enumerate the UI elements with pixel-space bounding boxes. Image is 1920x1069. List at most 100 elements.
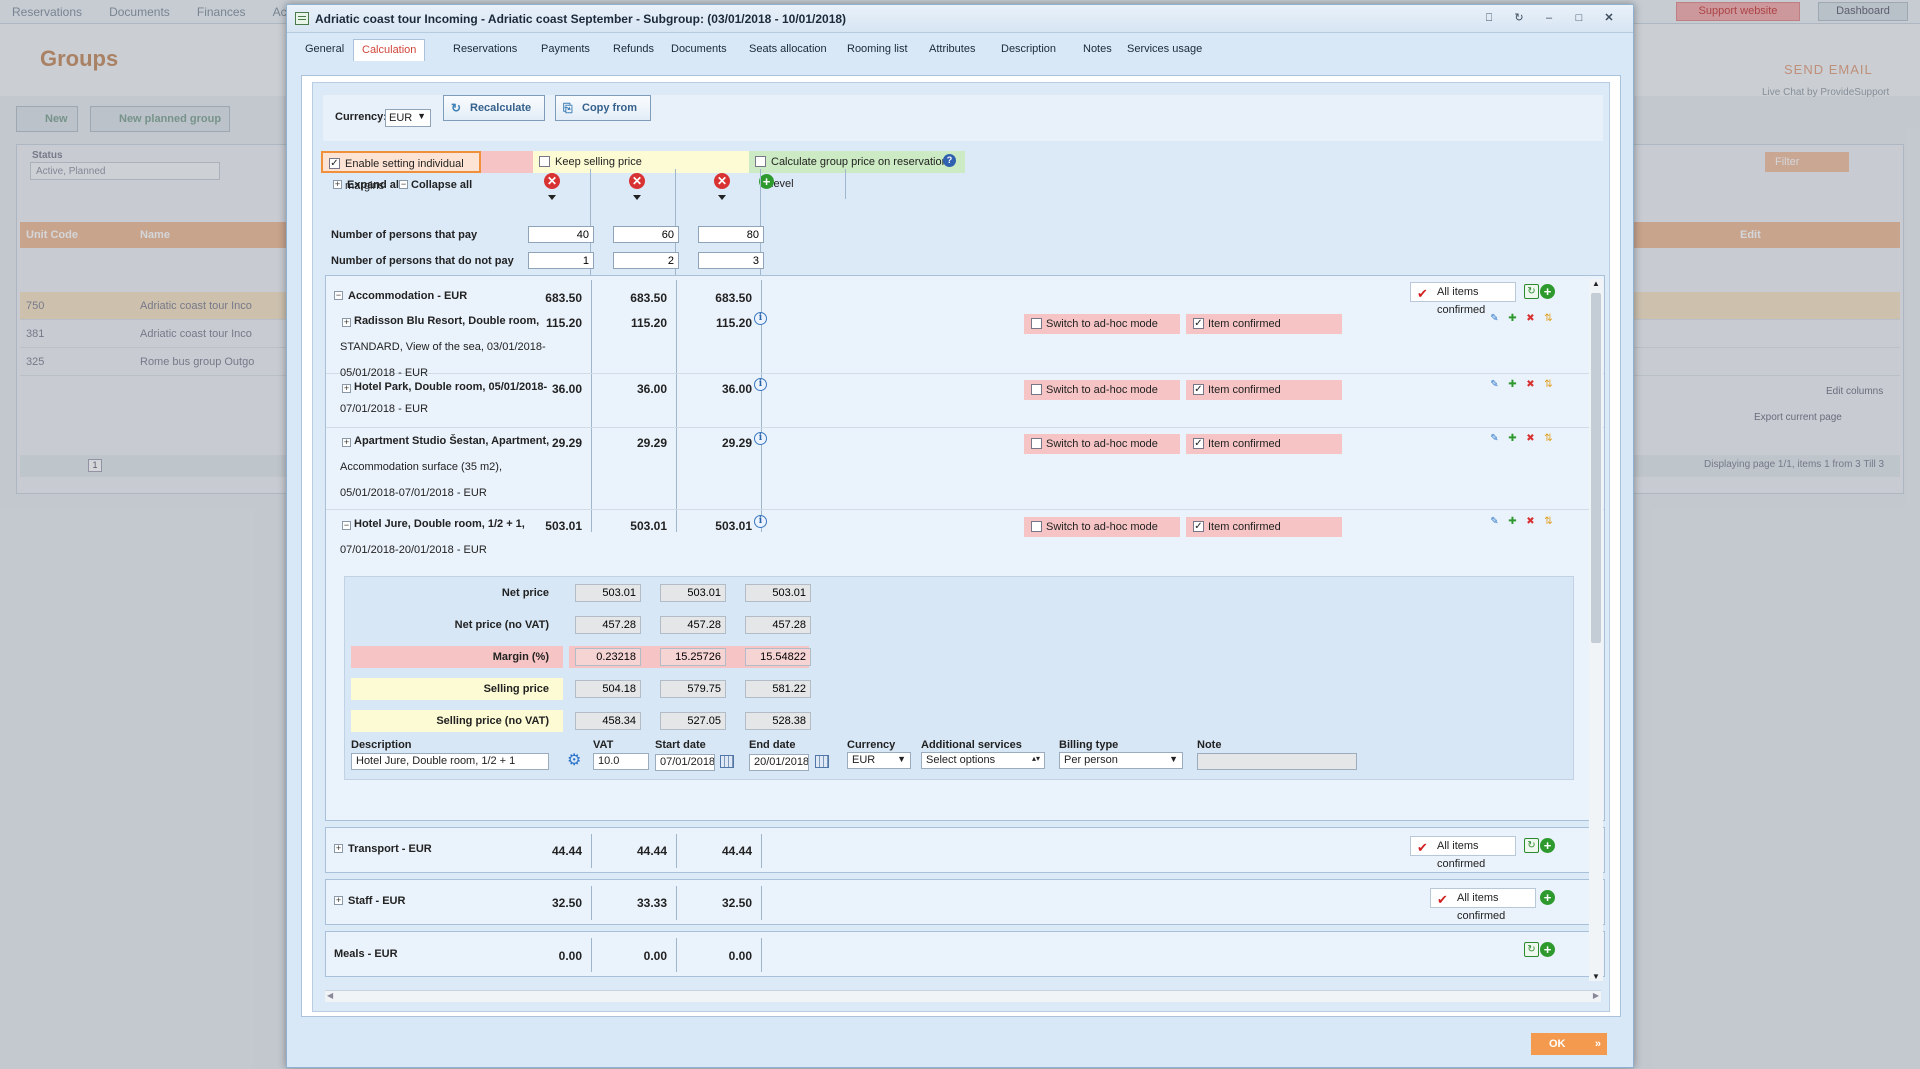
expand-transport-icon[interactable]: + xyxy=(334,844,343,853)
tab-notes[interactable]: Notes xyxy=(1075,39,1120,61)
item-confirmed-option[interactable]: ✓ Item confirmed xyxy=(1186,517,1342,537)
switch-adhoc-option[interactable]: Switch to ad-hoc mode xyxy=(1024,434,1180,454)
add-subitem-icon[interactable]: ✚ xyxy=(1506,432,1519,445)
add-item-icon[interactable]: + xyxy=(1540,942,1555,957)
delete-item-icon[interactable]: ✖ xyxy=(1524,432,1537,445)
add-item-icon[interactable]: + xyxy=(1540,284,1555,299)
expand-all-icon[interactable]: + xyxy=(333,180,342,189)
expand-item-icon[interactable]: + xyxy=(342,438,351,447)
all-items-confirmed-button[interactable]: ✔ All items confirmed xyxy=(1410,282,1516,316)
add-column-icon[interactable]: + xyxy=(759,174,774,189)
all-items-confirmed-button[interactable]: ✔ All items confirmed xyxy=(1430,888,1536,922)
info-icon[interactable]: i xyxy=(754,432,767,445)
ok-button[interactable]: OK » xyxy=(1531,1033,1607,1055)
margin-1[interactable] xyxy=(575,648,641,666)
move-item-icon[interactable]: ⇅ xyxy=(1542,378,1555,391)
add-subitem-icon[interactable]: ✚ xyxy=(1506,378,1519,391)
tab-seats-allocation[interactable]: Seats allocation xyxy=(741,39,835,61)
collapse-all-link[interactable]: Collapse all xyxy=(411,179,472,191)
persons-nopay-input-2[interactable] xyxy=(613,252,679,269)
switch-adhoc-checkbox[interactable] xyxy=(1031,521,1042,532)
edit-item-icon[interactable]: ✎ xyxy=(1488,378,1501,391)
persons-pay-input-2[interactable] xyxy=(613,226,679,243)
scroll-down-icon[interactable]: ▼ xyxy=(1592,972,1600,981)
refresh-section-icon[interactable]: ↻ xyxy=(1524,284,1539,299)
currency-select[interactable]: EUR ▼ xyxy=(385,109,431,127)
gear-icon[interactable]: ⚙ xyxy=(567,753,583,769)
switch-adhoc-option[interactable]: Switch to ad-hoc mode xyxy=(1024,314,1180,334)
collapse-accommodation-icon[interactable]: − xyxy=(334,291,343,300)
switch-adhoc-checkbox[interactable] xyxy=(1031,384,1042,395)
edit-item-icon[interactable]: ✎ xyxy=(1488,312,1501,325)
info-icon[interactable]: i xyxy=(754,515,767,528)
individual-margins-checkbox[interactable]: ✓ xyxy=(329,158,340,169)
description-input[interactable]: Hotel Jure, Double room, 1/2 + 1 xyxy=(351,753,549,770)
switch-adhoc-option[interactable]: Switch to ad-hoc mode xyxy=(1024,517,1180,537)
switch-adhoc-checkbox[interactable] xyxy=(1031,438,1042,449)
refresh-section-icon[interactable]: ↻ xyxy=(1524,838,1539,853)
edit-item-icon[interactable]: ✎ xyxy=(1488,432,1501,445)
move-item-icon[interactable]: ⇅ xyxy=(1542,515,1555,528)
scroll-up-icon[interactable]: ▲ xyxy=(1592,279,1600,288)
info-icon[interactable]: i xyxy=(754,378,767,391)
note-input[interactable] xyxy=(1197,753,1357,770)
refresh-section-icon[interactable]: ↻ xyxy=(1524,942,1539,957)
switch-adhoc-option[interactable]: Switch to ad-hoc mode xyxy=(1024,380,1180,400)
vat-input[interactable]: 10.0 xyxy=(593,753,649,770)
keep-selling-option[interactable]: Keep selling price xyxy=(533,151,749,173)
refresh-icon[interactable]: ↻ xyxy=(1511,11,1527,25)
selling-price-1[interactable] xyxy=(575,680,641,698)
tab-documents[interactable]: Documents xyxy=(663,39,735,61)
tab-description[interactable]: Description xyxy=(993,39,1064,61)
calendar-icon[interactable] xyxy=(720,755,734,768)
switch-adhoc-checkbox[interactable] xyxy=(1031,318,1042,329)
net-novat-2[interactable] xyxy=(660,616,726,634)
dialog-titlebar[interactable]: Adriatic coast tour Incoming - Adriatic … xyxy=(287,5,1633,33)
selling-novat-2[interactable] xyxy=(660,712,726,730)
tab-attributes[interactable]: Attributes xyxy=(921,39,983,61)
expand-item-icon[interactable]: + xyxy=(342,384,351,393)
move-item-icon[interactable]: ⇅ xyxy=(1542,432,1555,445)
persons-pay-input-3[interactable] xyxy=(698,226,764,243)
column-3-menu-icon[interactable] xyxy=(718,195,726,200)
column-2-menu-icon[interactable] xyxy=(633,195,641,200)
close-icon[interactable]: ✕ xyxy=(1601,11,1617,25)
selling-novat-3[interactable] xyxy=(745,712,811,730)
persons-nopay-input-3[interactable] xyxy=(698,252,764,269)
net-novat-1[interactable] xyxy=(575,616,641,634)
tab-general[interactable]: General xyxy=(297,39,352,61)
group-price-checkbox[interactable] xyxy=(755,156,766,167)
margin-2[interactable] xyxy=(660,648,726,666)
tab-reservations[interactable]: Reservations xyxy=(445,39,525,61)
billing-type-select[interactable]: Per person ▼ xyxy=(1059,752,1183,769)
tab-payments[interactable]: Payments xyxy=(533,39,598,61)
tab-rooming-list[interactable]: Rooming list xyxy=(839,39,916,61)
vertical-scroll-thumb[interactable] xyxy=(1591,293,1601,643)
currency-field-select[interactable]: EUR ▼ xyxy=(847,752,911,769)
expand-item-icon[interactable]: + xyxy=(342,318,351,327)
group-price-option[interactable]: Calculate group price on reservation lev… xyxy=(749,151,965,190)
tab-services-usage[interactable]: Services usage xyxy=(1119,39,1210,61)
additional-services-select[interactable]: Select options ▴▾ xyxy=(921,752,1045,769)
vertical-scrollbar[interactable]: ▲ ▼ xyxy=(1589,279,1603,981)
net-price-3[interactable] xyxy=(745,584,811,602)
tab-refunds[interactable]: Refunds xyxy=(605,39,662,61)
move-item-icon[interactable]: ⇅ xyxy=(1542,312,1555,325)
minimize-icon[interactable]: – xyxy=(1541,11,1557,25)
end-date-input[interactable]: 20/01/2018 xyxy=(749,754,809,771)
delete-item-icon[interactable]: ✖ xyxy=(1524,378,1537,391)
pin-icon[interactable]: ⎕ xyxy=(1481,11,1497,25)
selling-novat-1[interactable] xyxy=(575,712,641,730)
remove-column-1-icon[interactable]: ✕ xyxy=(544,173,560,189)
collapse-all-icon[interactable]: − xyxy=(399,180,408,189)
maximize-icon[interactable]: □ xyxy=(1571,11,1587,25)
add-subitem-icon[interactable]: ✚ xyxy=(1506,312,1519,325)
info-icon[interactable]: i xyxy=(754,312,767,325)
net-novat-3[interactable] xyxy=(745,616,811,634)
tab-calculation[interactable]: Calculation xyxy=(353,39,426,61)
column-1-menu-icon[interactable] xyxy=(548,195,556,200)
margin-3[interactable] xyxy=(745,648,811,666)
edit-item-icon[interactable]: ✎ xyxy=(1488,515,1501,528)
item-confirmed-option[interactable]: ✓ Item confirmed xyxy=(1186,380,1342,400)
item-confirmed-option[interactable]: ✓ Item confirmed xyxy=(1186,434,1342,454)
